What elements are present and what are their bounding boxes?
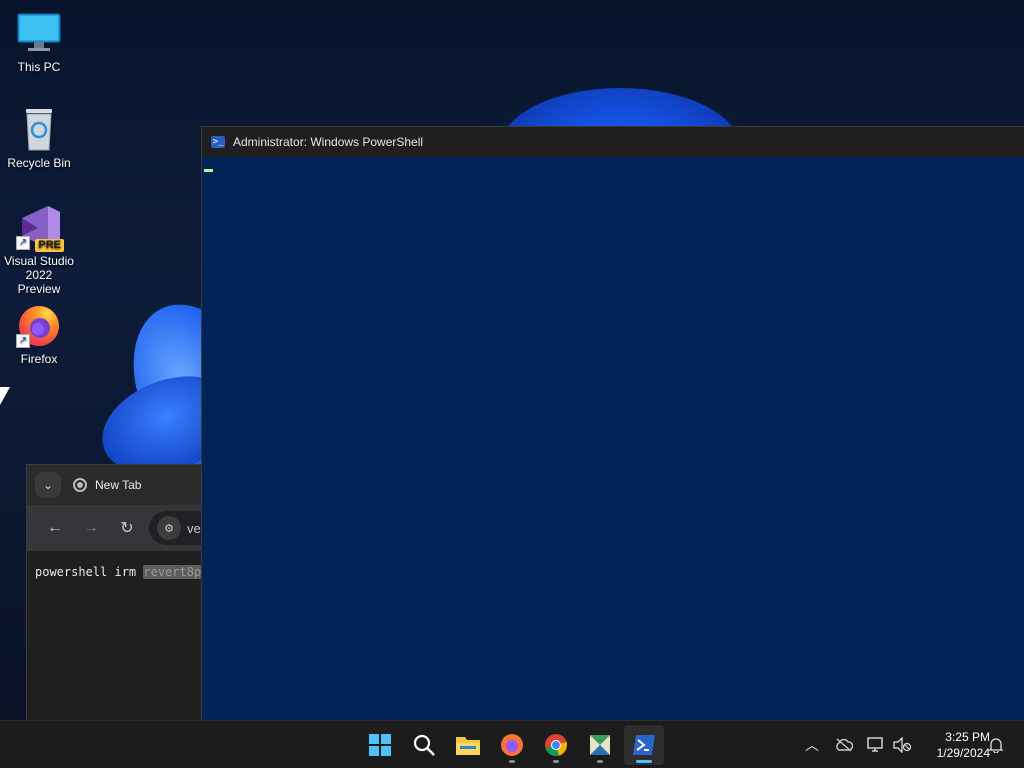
chrome-window[interactable]: ⌄ New Tab ← → ↻ ⚙ ver powershell irm rev… bbox=[26, 464, 228, 720]
chrome-taskbar-button[interactable] bbox=[536, 725, 576, 765]
firefox-taskbar-button[interactable] bbox=[492, 725, 532, 765]
firefox-icon: ↗ bbox=[16, 302, 62, 348]
chrome-toolbar: ← → ↻ ⚙ ver bbox=[27, 505, 227, 551]
powershell-taskbar-button[interactable] bbox=[624, 725, 664, 765]
network-status-button[interactable] bbox=[864, 733, 888, 757]
search-button[interactable] bbox=[404, 725, 444, 765]
desktop-icon-this-pc[interactable]: This PC bbox=[4, 10, 74, 74]
running-indicator bbox=[553, 760, 559, 763]
page-code-text[interactable]: powershell irm revert8p bbox=[35, 565, 219, 579]
clock-date: 1/29/2024 bbox=[936, 746, 990, 760]
desktop-icon-recycle-bin[interactable]: Recycle Bin bbox=[4, 106, 74, 170]
desktop-icon-firefox[interactable]: ↗ Firefox bbox=[4, 302, 74, 366]
powershell-title-bar[interactable]: >_ Administrator: Windows PowerShell bbox=[202, 127, 1024, 157]
forward-button[interactable]: → bbox=[73, 519, 109, 537]
powershell-icon bbox=[633, 735, 655, 755]
back-button[interactable]: ← bbox=[37, 519, 73, 537]
onedrive-status-button[interactable] bbox=[832, 733, 856, 757]
reload-button[interactable]: ↻ bbox=[109, 518, 145, 538]
monitor-icon bbox=[16, 10, 62, 56]
desktop-icon-label: Recycle Bin bbox=[7, 156, 71, 170]
start-button[interactable] bbox=[360, 725, 400, 765]
show-hidden-icons-button[interactable]: ︿ bbox=[800, 733, 824, 757]
desktop: This PC Recycle Bin PRE ↗ Visual Studio … bbox=[0, 0, 1024, 720]
clock[interactable]: 3:25 PM 1/29/2024 bbox=[918, 729, 990, 761]
site-settings-icon[interactable]: ⚙ bbox=[157, 516, 181, 540]
search-icon bbox=[413, 734, 435, 756]
chevron-up-icon: ︿ bbox=[805, 737, 819, 753]
desktop-icon-label: Firefox bbox=[20, 352, 58, 366]
running-indicator bbox=[509, 760, 515, 763]
notepad-taskbar-button[interactable] bbox=[580, 725, 620, 765]
notepad-icon bbox=[590, 735, 610, 755]
file-explorer-button[interactable] bbox=[448, 725, 488, 765]
preview-badge: PRE bbox=[35, 239, 64, 252]
window-title: Administrator: Windows PowerShell bbox=[233, 135, 424, 149]
volume-button[interactable] bbox=[890, 733, 914, 757]
network-icon bbox=[867, 737, 883, 752]
taskbar: ︿ 3:25 PM 1/29/2024 bbox=[0, 720, 1024, 768]
text-cursor bbox=[204, 169, 213, 172]
firefox-icon bbox=[501, 734, 523, 756]
recycle-bin-icon bbox=[16, 106, 62, 152]
selected-text: revert8p bbox=[143, 565, 202, 579]
clock-time: 3:25 PM bbox=[945, 730, 990, 744]
desktop-icon-label: This PC bbox=[17, 60, 61, 74]
bell-icon bbox=[988, 738, 1004, 753]
visual-studio-icon: PRE ↗ bbox=[16, 204, 64, 252]
running-indicator bbox=[636, 760, 652, 763]
chevron-down-icon: ⌄ bbox=[42, 478, 54, 492]
running-indicator bbox=[597, 760, 603, 763]
shortcut-arrow-icon: ↗ bbox=[16, 334, 30, 348]
powershell-window[interactable]: >_ Administrator: Windows PowerShell bbox=[201, 126, 1024, 720]
chrome-logo-icon bbox=[73, 478, 87, 492]
tab-title: New Tab bbox=[95, 478, 142, 492]
desktop-icon-label: Visual Studio 2022 Preview bbox=[4, 254, 74, 296]
notifications-button[interactable] bbox=[984, 733, 1008, 757]
code-text: powershell irm bbox=[35, 565, 144, 579]
desktop-icon-visual-studio[interactable]: PRE ↗ Visual Studio 2022 Preview bbox=[4, 204, 74, 296]
tab-search-button[interactable]: ⌄ bbox=[35, 472, 61, 498]
chrome-icon bbox=[545, 734, 567, 756]
chrome-tab-new-tab[interactable]: New Tab bbox=[73, 478, 141, 492]
mouse-pointer-icon bbox=[0, 387, 10, 405]
chrome-page-content: powershell irm revert8p bbox=[27, 551, 227, 720]
file-explorer-icon bbox=[456, 737, 480, 755]
shortcut-arrow-icon: ↗ bbox=[16, 236, 30, 250]
volume-muted-icon bbox=[893, 737, 911, 753]
chrome-tab-bar: ⌄ New Tab bbox=[27, 465, 227, 505]
start-icon bbox=[369, 734, 391, 756]
powershell-icon: >_ bbox=[211, 136, 225, 148]
cloud-offline-icon bbox=[836, 738, 853, 752]
